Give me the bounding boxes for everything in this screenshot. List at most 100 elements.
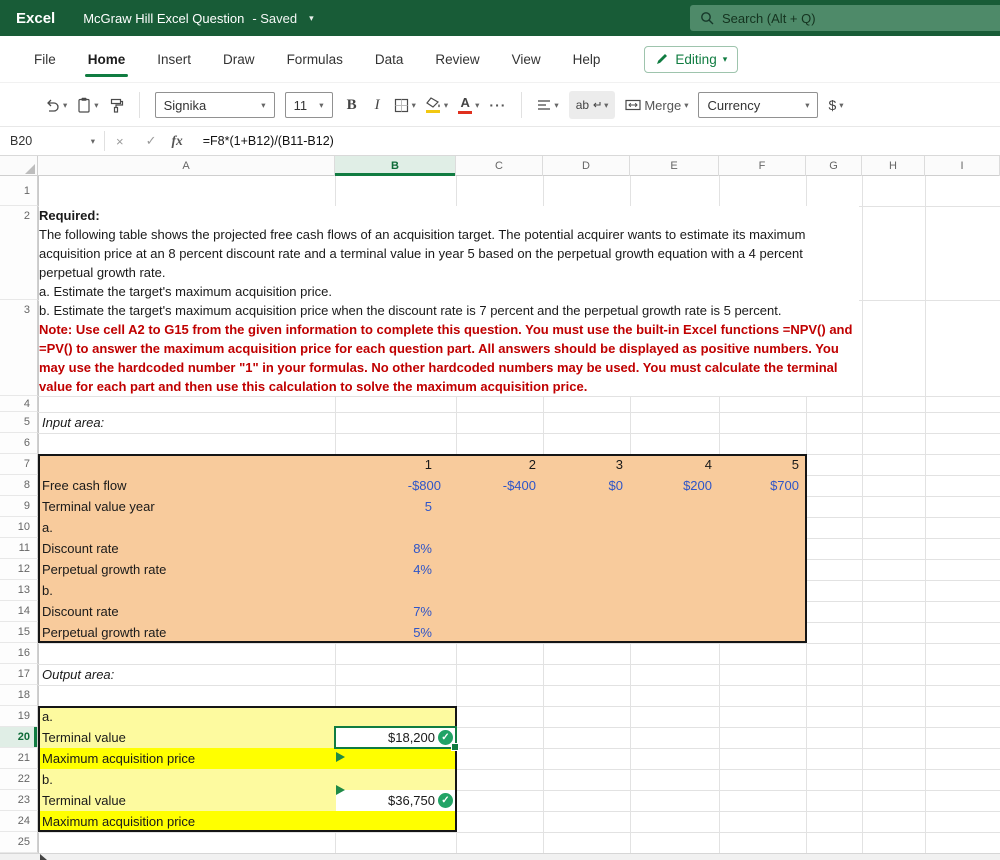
terminal-value-a-label[interactable]: Terminal value xyxy=(42,727,126,748)
row-header-10[interactable]: 10 xyxy=(0,517,38,538)
row-header-21[interactable]: 21 xyxy=(0,748,38,769)
row-header-22[interactable]: 22 xyxy=(0,769,38,790)
cancel-icon[interactable]: × xyxy=(116,134,124,149)
discount-rate-a-value[interactable]: 8% xyxy=(335,538,456,559)
format-painter-button[interactable] xyxy=(109,98,124,113)
row-header-6[interactable]: 6 xyxy=(0,433,38,454)
row-header-19[interactable]: 19 xyxy=(0,706,38,727)
document-title[interactable]: McGraw Hill Excel Question xyxy=(83,11,244,26)
row-header-12[interactable]: 12 xyxy=(0,559,38,580)
year-3-header[interactable]: 3 xyxy=(543,454,630,475)
row-header-3[interactable]: 3 xyxy=(0,300,38,396)
row-header-2[interactable]: 2 xyxy=(0,206,38,300)
row-header-14[interactable]: 14 xyxy=(0,601,38,622)
fill-color-button[interactable]: ▾ xyxy=(426,97,448,113)
free-cash-flow-label[interactable]: Free cash flow xyxy=(42,475,127,496)
cell-a2-a3-instructions[interactable]: Required: The following table shows the … xyxy=(39,206,859,396)
max-price-b-label[interactable]: Maximum acquisition price xyxy=(42,811,195,832)
output-area-label[interactable]: Output area: xyxy=(42,664,114,685)
column-header-f[interactable]: F xyxy=(719,156,806,176)
fcf-year5-value[interactable]: $700 xyxy=(719,475,806,496)
fill-handle[interactable] xyxy=(451,743,459,751)
growth-rate-b-label[interactable]: Perpetual growth rate xyxy=(42,622,166,643)
fcf-year2-value[interactable]: -$400 xyxy=(456,475,543,496)
terminal-value-b-cell[interactable]: $36,750 ✓ xyxy=(336,790,455,811)
row-header-8[interactable]: 8 xyxy=(0,475,38,496)
fcf-year4-value[interactable]: $200 xyxy=(630,475,719,496)
tab-insert[interactable]: Insert xyxy=(141,36,207,82)
fx-icon[interactable]: fx xyxy=(172,133,183,149)
column-header-d[interactable]: D xyxy=(543,156,630,176)
row-header-24[interactable]: 24 xyxy=(0,811,38,832)
row-header-25[interactable]: 25 xyxy=(0,832,38,853)
row-header-16[interactable]: 16 xyxy=(0,643,38,664)
borders-button[interactable]: ▾ xyxy=(394,98,416,113)
italic-button[interactable]: I xyxy=(371,97,384,114)
column-header-g[interactable]: G xyxy=(806,156,862,176)
row-header-1[interactable]: 1 xyxy=(0,176,38,206)
row-header-18[interactable]: 18 xyxy=(0,685,38,706)
column-header-i[interactable]: I xyxy=(925,156,1000,176)
bold-button[interactable]: B xyxy=(343,97,361,114)
row-header-17[interactable]: 17 xyxy=(0,664,38,685)
app-logo[interactable]: Excel xyxy=(16,10,55,27)
row-header-5[interactable]: 5 xyxy=(0,412,38,433)
discount-rate-a-label[interactable]: Discount rate xyxy=(42,538,119,559)
editing-mode-button[interactable]: Editing ▾ xyxy=(644,46,738,73)
row-header-7[interactable]: 7 xyxy=(0,454,38,475)
row-header-9[interactable]: 9 xyxy=(0,496,38,517)
terminal-value-b-label[interactable]: Terminal value xyxy=(42,790,126,811)
year-5-header[interactable]: 5 xyxy=(719,454,806,475)
tab-help[interactable]: Help xyxy=(557,36,617,82)
tab-file[interactable]: File xyxy=(18,36,72,82)
column-header-h[interactable]: H xyxy=(862,156,925,176)
growth-rate-a-value[interactable]: 4% xyxy=(335,559,456,580)
row-header-4[interactable]: 4 xyxy=(0,396,38,412)
column-header-b[interactable]: B xyxy=(335,156,456,176)
year-1-header[interactable]: 1 xyxy=(335,454,456,475)
fcf-year1-value[interactable]: -$800 xyxy=(335,475,456,496)
formula-input[interactable]: =F8*(1+B12)/(B11-B12) xyxy=(203,134,334,148)
paste-button[interactable]: ▾ xyxy=(77,97,98,113)
search-box[interactable]: Search (Alt + Q) xyxy=(690,5,1000,31)
fcf-year3-value[interactable]: $0 xyxy=(543,475,630,496)
wrap-text-button[interactable]: ab ▾ xyxy=(569,91,616,119)
merge-button[interactable]: Merge ▾ xyxy=(625,98,688,113)
sheet-grid[interactable]: 1 2 3 4 5 6 7 8 9 10 11 12 13 14 15 16 1… xyxy=(0,176,1000,853)
discount-rate-b-label[interactable]: Discount rate xyxy=(42,601,119,622)
enter-check-icon[interactable]: ✓ xyxy=(146,133,157,149)
growth-rate-b-value[interactable]: 5% xyxy=(335,622,456,643)
selected-cell-b20[interactable] xyxy=(334,726,457,749)
undo-button[interactable]: ▾ xyxy=(44,98,67,113)
input-part-a-label[interactable]: a. xyxy=(42,517,53,538)
growth-rate-a-label[interactable]: Perpetual growth rate xyxy=(42,559,166,580)
tab-data[interactable]: Data xyxy=(359,36,420,82)
select-all-corner[interactable] xyxy=(0,156,38,176)
align-button[interactable]: ▾ xyxy=(537,99,558,111)
currency-format-button[interactable]: $ ▾ xyxy=(828,97,843,113)
terminal-value-year-value[interactable]: 5 xyxy=(335,496,456,517)
row-header-20[interactable]: 20 xyxy=(0,727,38,748)
tab-view[interactable]: View xyxy=(496,36,557,82)
tab-review[interactable]: Review xyxy=(419,36,495,82)
max-price-a-label[interactable]: Maximum acquisition price xyxy=(42,748,195,769)
column-header-e[interactable]: E xyxy=(630,156,719,176)
output-part-b-label[interactable]: b. xyxy=(42,769,53,790)
column-header-a[interactable]: A xyxy=(38,156,335,176)
tab-home[interactable]: Home xyxy=(72,36,142,82)
name-box[interactable]: B20 ▾ xyxy=(0,127,104,155)
row-header-13[interactable]: 13 xyxy=(0,580,38,601)
year-2-header[interactable]: 2 xyxy=(456,454,543,475)
tab-draw[interactable]: Draw xyxy=(207,36,271,82)
font-size-select[interactable]: 11 ▾ xyxy=(285,92,333,118)
title-chevron-down-icon[interactable]: ▾ xyxy=(309,13,314,24)
font-name-select[interactable]: Signika ▾ xyxy=(155,92,275,118)
input-area-label[interactable]: Input area: xyxy=(42,412,104,433)
year-4-header[interactable]: 4 xyxy=(630,454,719,475)
row-header-23[interactable]: 23 xyxy=(0,790,38,811)
column-header-c[interactable]: C xyxy=(456,156,543,176)
font-color-button[interactable]: A ▾ xyxy=(458,96,479,114)
input-part-b-label[interactable]: b. xyxy=(42,580,53,601)
discount-rate-b-value[interactable]: 7% xyxy=(335,601,456,622)
tab-formulas[interactable]: Formulas xyxy=(271,36,359,82)
